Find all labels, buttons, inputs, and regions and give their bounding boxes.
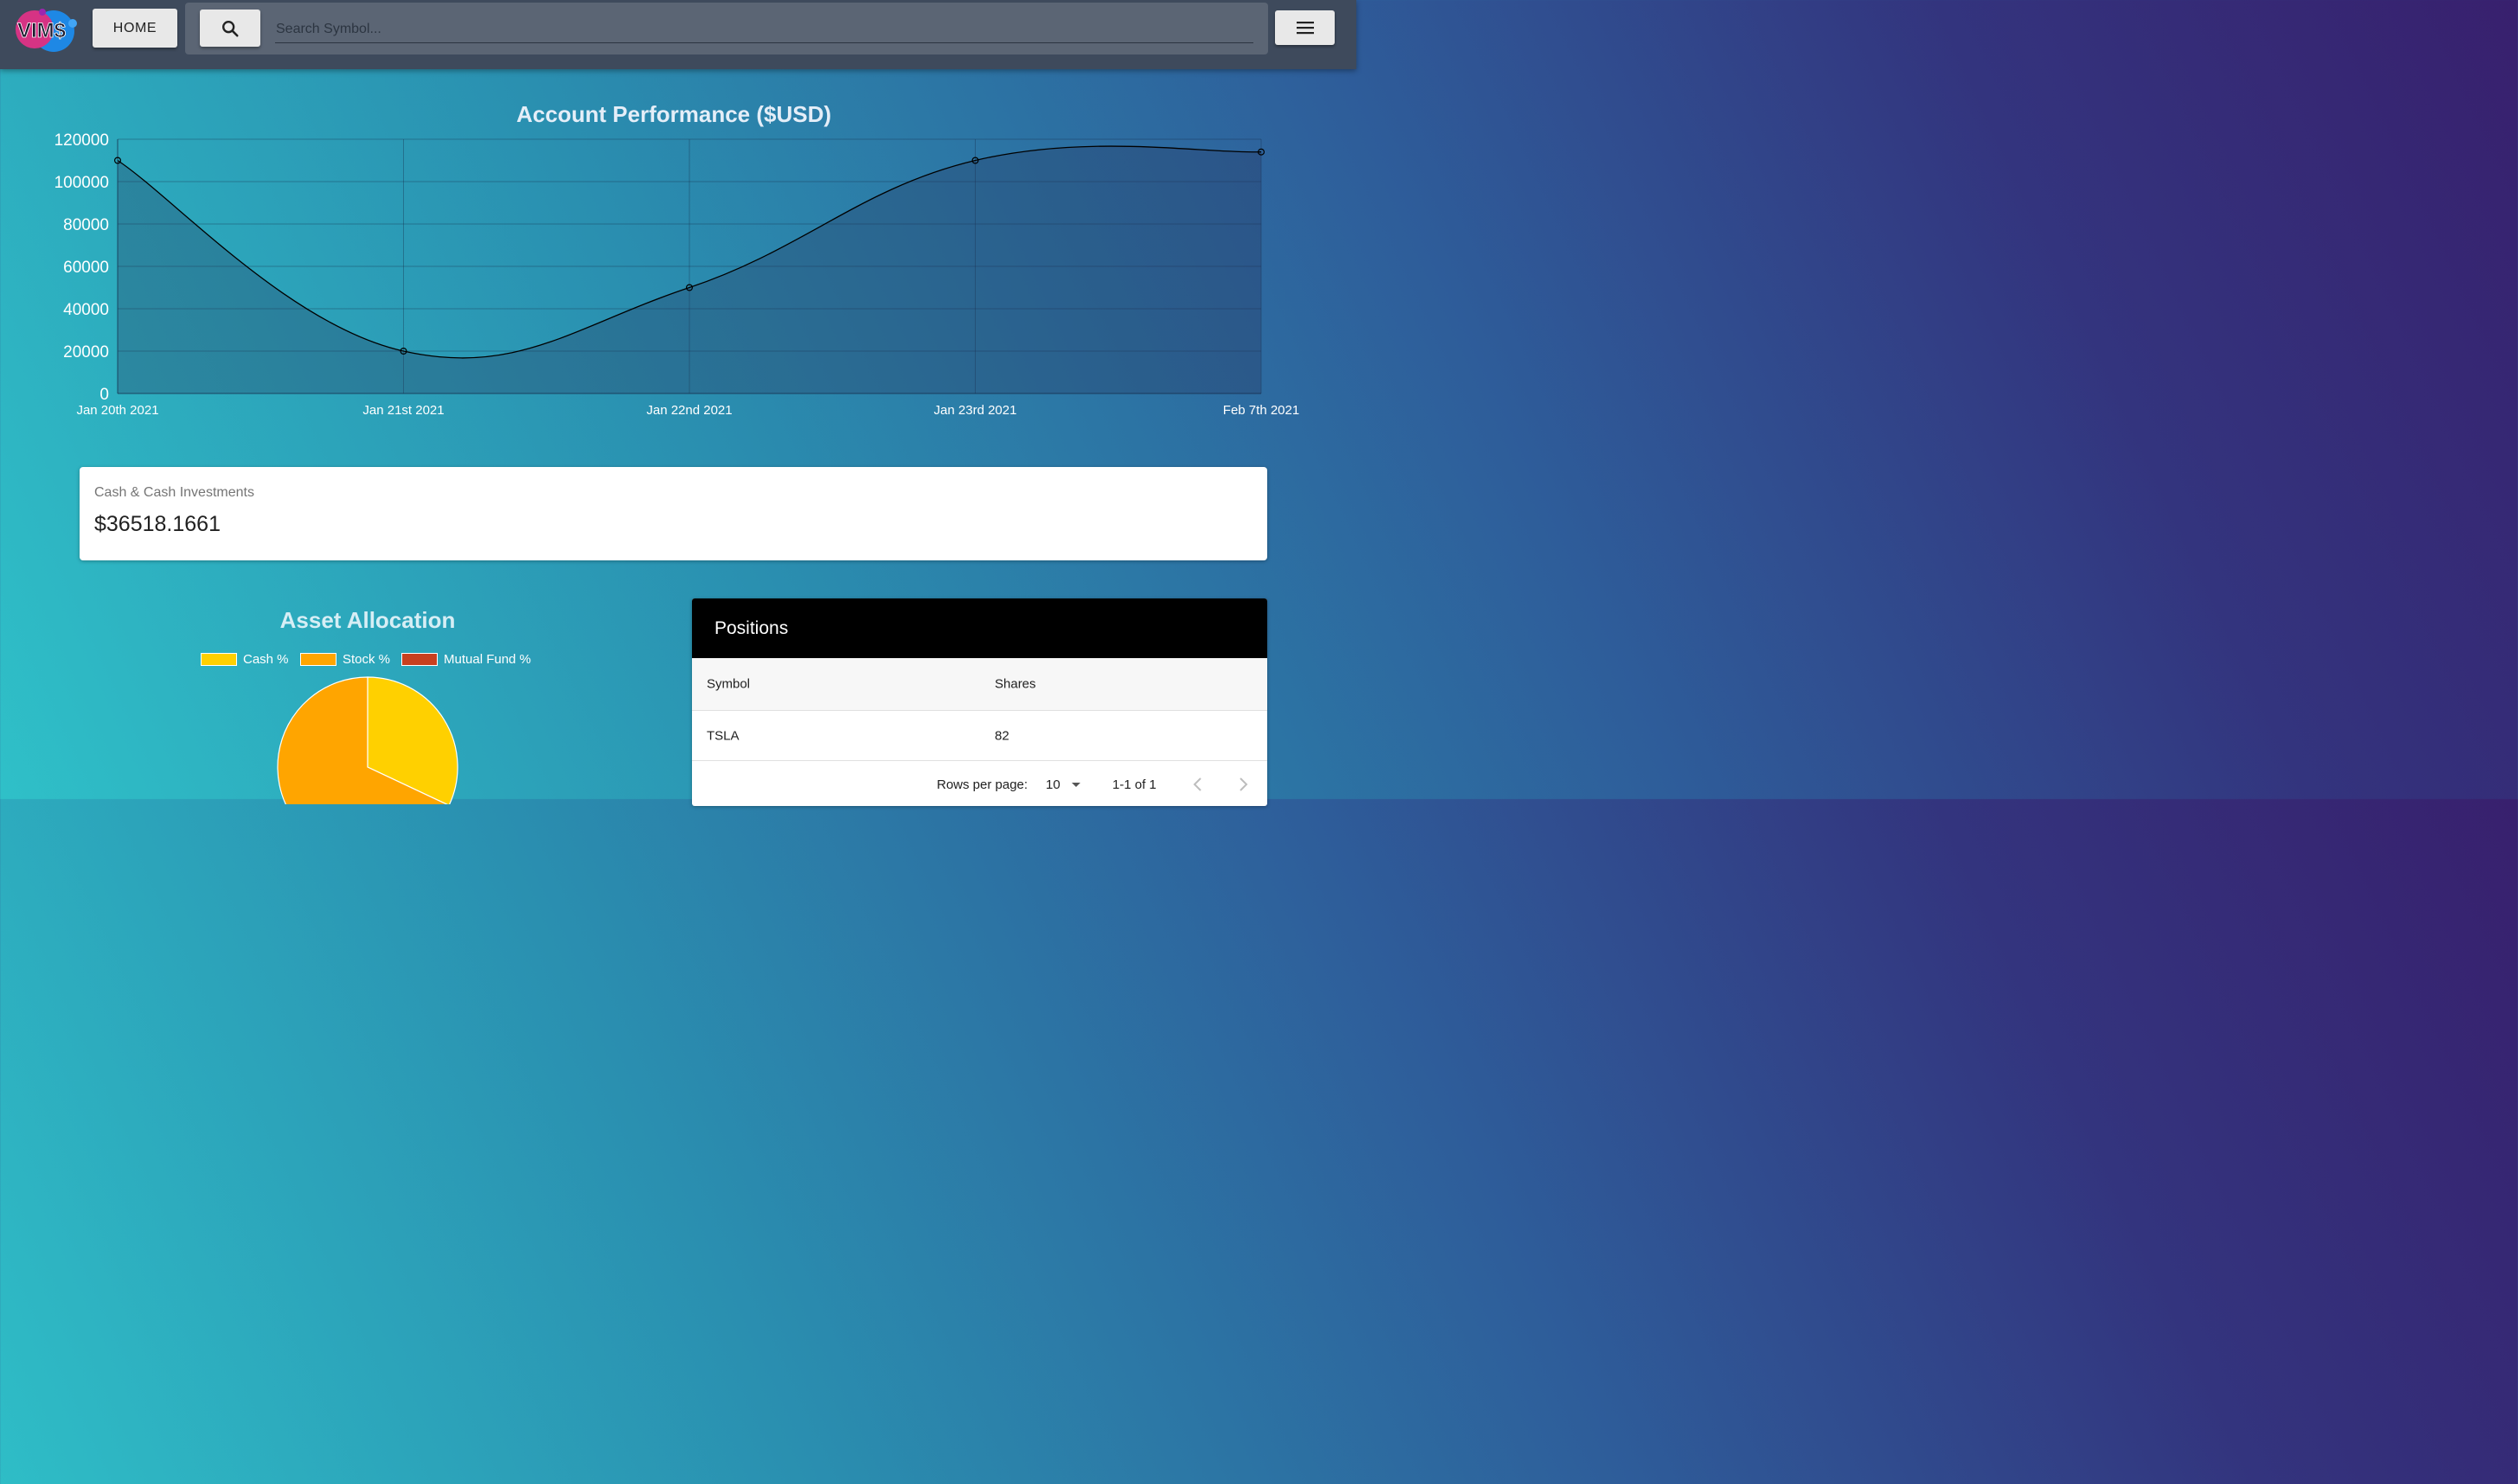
dropdown-arrow-icon [1071,783,1080,788]
search-symbol-input[interactable] [275,16,1253,43]
next-page-button[interactable] [1237,776,1249,796]
cash-card: Cash & Cash Investments $36518.1661 [80,467,1267,560]
legend-swatch-cash [201,653,237,666]
positions-table: Positions Symbol Shares TSLA 82 Rows per… [692,598,1267,806]
previous-page-button[interactable] [1192,776,1204,796]
x-tick-label: Jan 20th 2021 [76,403,158,418]
cell-symbol: TSLA [707,728,740,743]
asset-allocation-pie-chart [277,676,458,804]
asset-allocation-title: Asset Allocation [279,607,456,633]
x-tick-label: Jan 22nd 2021 [646,403,732,418]
y-tick-label: 60000 [63,259,109,277]
positions-title: Positions [692,598,1267,658]
cell-shares: 82 [995,728,1009,743]
legend-label-stock: Stock % [343,652,391,667]
legend-swatch-stock [300,653,336,666]
chevron-left-icon [1193,777,1201,791]
table-row[interactable]: TSLA 82 [692,711,1267,761]
x-tick-label: Jan 23rd 2021 [934,403,1017,418]
rows-per-page-select[interactable]: 10 [1046,777,1081,792]
x-tick-label: Feb 7th 2021 [1223,403,1299,418]
search-icon [222,20,239,37]
table-header-row: Symbol Shares [692,658,1267,711]
y-tick-label: 0 [99,386,109,404]
y-tick-label: 120000 [54,131,109,150]
menu-button[interactable] [1275,10,1335,45]
logo-text: VIM$ [17,19,67,42]
vims-logo[interactable]: VIM$ [10,5,78,55]
rows-per-page-label: Rows per page: [937,777,1028,792]
home-button[interactable]: HOME [93,9,177,48]
column-header-symbol[interactable]: Symbol [707,677,750,692]
hamburger-menu-icon [1296,22,1314,35]
legend-swatch-mutual-fund [401,653,438,666]
y-tick-label: 80000 [63,216,109,234]
cash-label: Cash & Cash Investments [94,485,254,500]
search-bar [185,3,1268,54]
legend-item-cash[interactable]: Cash % [201,652,289,667]
pagination-range: 1-1 of 1 [1112,777,1156,792]
table-pagination: Rows per page: 10 1-1 of 1 [692,761,1267,806]
top-navigation-bar: VIM$ HOME [0,0,1356,69]
legend-item-stock[interactable]: Stock % [300,652,390,667]
y-tick-label: 40000 [63,301,109,319]
rows-per-page-value: 10 [1046,777,1060,792]
cash-value: $36518.1661 [94,512,221,536]
column-header-shares[interactable]: Shares [995,677,1036,692]
account-performance-chart: 0 20000 40000 60000 80000 100000 120000 Jan 20t… [54,131,1300,418]
legend-item-mutual-fund[interactable]: Mutual Fund % [401,652,531,667]
chevron-right-icon [1240,777,1248,791]
y-tick-label: 100000 [54,174,109,192]
legend-label-cash: Cash % [243,652,289,667]
x-tick-label: Jan 21st 2021 [362,403,444,418]
y-tick-label: 20000 [63,343,109,361]
legend-label-mutual-fund: Mutual Fund % [444,652,531,667]
search-button[interactable] [200,10,260,47]
